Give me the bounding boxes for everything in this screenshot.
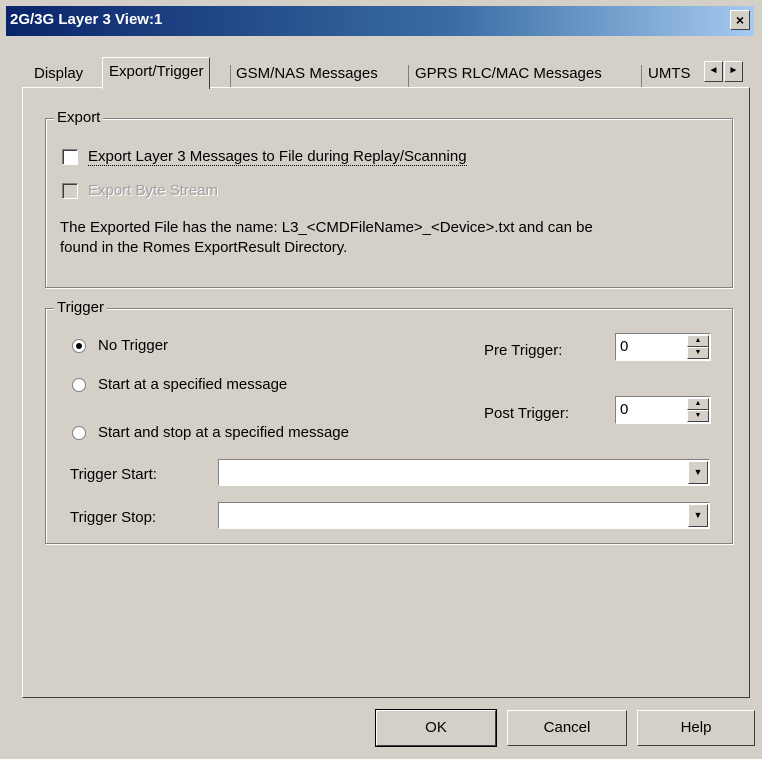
pre-trigger-spinner[interactable]: 0 ▲ ▼: [615, 333, 711, 361]
export-l3-checkbox[interactable]: [62, 149, 78, 165]
tab-panel: Export Export Layer 3 Messages to File d…: [22, 87, 750, 698]
no-trigger-radio[interactable]: [72, 339, 86, 353]
trigger-stop-combo[interactable]: ▼: [218, 502, 710, 529]
tab-gprs-rlc-mac-messages[interactable]: GPRS RLC/MAC Messages: [409, 61, 608, 88]
tab-gsm-nas-messages[interactable]: GSM/NAS Messages: [230, 61, 384, 88]
export-byte-stream-label: Export Byte Stream: [88, 182, 219, 199]
pre-trigger-spin-buttons: ▲ ▼: [687, 335, 709, 359]
pre-trigger-value[interactable]: 0: [620, 338, 628, 355]
start-at-message-radio[interactable]: [72, 378, 86, 392]
title-bar[interactable]: 2G/3G Layer 3 View:1 ×: [6, 6, 754, 36]
cancel-button[interactable]: Cancel: [507, 710, 627, 746]
dialog-window: 2G/3G Layer 3 View:1 × Display Export/Tr…: [0, 0, 762, 759]
tab-umts[interactable]: UMTS: [642, 61, 697, 88]
post-trigger-value[interactable]: 0: [620, 401, 628, 418]
trigger-group: Trigger No Trigger Start at a specified …: [45, 299, 733, 544]
window-title: 2G/3G Layer 3 View:1: [10, 11, 163, 28]
export-group-legend: Export: [54, 109, 104, 126]
post-trigger-spin-buttons: ▲ ▼: [687, 398, 709, 422]
tab-export-trigger-label: Export/Trigger: [109, 63, 204, 80]
tab-display[interactable]: Display: [28, 61, 89, 88]
tab-scroll-left-button[interactable]: ◄: [704, 61, 723, 82]
start-at-message-label[interactable]: Start at a specified message: [98, 376, 287, 393]
post-trigger-label: Post Trigger:: [484, 405, 570, 422]
close-button[interactable]: ×: [730, 10, 750, 30]
chevron-down-icon[interactable]: ▼: [688, 461, 708, 484]
export-info-line-1: The Exported File has the name: L3_<CMDF…: [60, 219, 593, 236]
tab-export-trigger[interactable]: Export/Trigger: [102, 57, 211, 89]
start-stop-at-message-radio[interactable]: [72, 426, 86, 440]
tab-strip: Display Export/Trigger GSM/NAS Messages …: [22, 57, 732, 89]
trigger-start-combo[interactable]: ▼: [218, 459, 710, 486]
pre-trigger-label: Pre Trigger:: [484, 342, 563, 359]
ok-button[interactable]: OK: [375, 709, 497, 747]
trigger-start-label: Trigger Start:: [70, 466, 157, 483]
spin-up-icon[interactable]: ▲: [687, 335, 709, 347]
spin-down-icon[interactable]: ▼: [687, 347, 709, 359]
export-group: Export Export Layer 3 Messages to File d…: [45, 109, 733, 288]
help-button[interactable]: Help: [637, 710, 755, 746]
export-byte-stream-checkbox[interactable]: [62, 183, 78, 199]
spin-down-icon[interactable]: ▼: [687, 410, 709, 422]
trigger-stop-label: Trigger Stop:: [70, 509, 157, 526]
chevron-down-icon[interactable]: ▼: [688, 504, 708, 527]
export-info-line-2: found in the Romes ExportResult Director…: [60, 239, 348, 256]
start-stop-at-message-label[interactable]: Start and stop at a specified message: [98, 424, 349, 441]
spin-up-icon[interactable]: ▲: [687, 398, 709, 410]
post-trigger-spinner[interactable]: 0 ▲ ▼: [615, 396, 711, 424]
no-trigger-label[interactable]: No Trigger: [98, 337, 168, 354]
export-l3-label[interactable]: Export Layer 3 Messages to File during R…: [88, 148, 467, 166]
trigger-group-legend: Trigger: [54, 299, 107, 316]
tab-scroll-right-button[interactable]: ►: [724, 61, 743, 82]
